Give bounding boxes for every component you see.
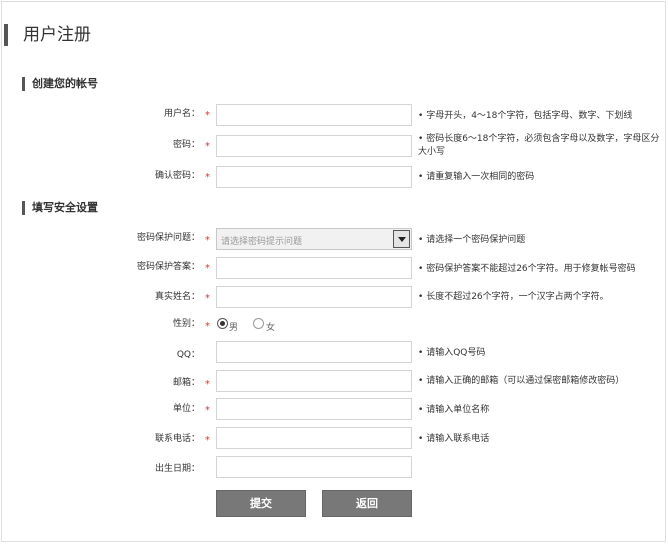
- username-label: 用户名：: [163, 109, 200, 119]
- page-title: 用户注册: [4, 24, 91, 46]
- email-input[interactable]: [216, 370, 412, 392]
- email-label: 邮箱：: [172, 378, 200, 388]
- email-hint: • 请输入正确的邮箱（可以通过保密邮箱修改密码）: [418, 376, 625, 386]
- qq-input[interactable]: [216, 341, 412, 363]
- gender-label-male: 男: [229, 323, 239, 333]
- username-input[interactable]: [216, 104, 412, 126]
- security-question-selected: 请选择密码提示问题: [221, 237, 303, 247]
- required-mark: *: [205, 172, 210, 183]
- confirm-password-label: 确认密码：: [154, 171, 200, 181]
- security-question-select[interactable]: 请选择密码提示问题: [216, 228, 412, 250]
- gender-radio-female[interactable]: [253, 318, 264, 329]
- confirm-password-hint: • 请重复输入一次相同的密码: [418, 172, 535, 182]
- required-mark: *: [205, 141, 210, 152]
- security-answer-hint: • 密码保护答案不能超过26个字符。用于修复帐号密码: [418, 264, 636, 274]
- real-name-hint: • 长度不超过26个字符，一个汉字占两个字符。: [418, 292, 609, 302]
- chevron-down-icon[interactable]: [393, 230, 410, 248]
- phone-input[interactable]: [216, 427, 412, 449]
- back-button[interactable]: 返回: [322, 490, 412, 517]
- required-mark: *: [205, 293, 210, 304]
- section-title-security: 填写安全设置: [22, 201, 98, 215]
- company-hint: • 请输入单位名称: [418, 405, 490, 415]
- gender-label-female: 女: [266, 323, 276, 333]
- company-label: 单位：: [172, 404, 200, 414]
- qq-hint: • 请输入QQ号码: [418, 348, 486, 358]
- required-mark: *: [205, 435, 210, 446]
- password-label: 密码：: [172, 140, 200, 150]
- gender-radio-male[interactable]: [217, 318, 228, 329]
- security-question-hint: • 请选择一个密码保护问题: [418, 235, 526, 245]
- birthday-label: 出生日期：: [154, 464, 200, 474]
- security-question-label: 密码保护问题：: [136, 233, 200, 243]
- required-mark: *: [205, 321, 210, 332]
- real-name-label: 真实姓名：: [154, 292, 200, 302]
- birthday-input[interactable]: [216, 456, 412, 478]
- qq-label: QQ：: [176, 350, 200, 360]
- username-hint: • 字母开头，4～18个字符，包括字母、数字、下划线: [418, 111, 633, 121]
- confirm-password-input[interactable]: [216, 166, 412, 188]
- password-hint: • 密码长度6～18个字符，必须包含字母以及数字，字母区分大小写: [418, 134, 660, 157]
- required-mark: *: [205, 263, 210, 274]
- password-input[interactable]: [216, 135, 412, 157]
- required-mark: *: [205, 379, 210, 390]
- company-input[interactable]: [216, 398, 412, 420]
- submit-button[interactable]: 提交: [216, 490, 306, 517]
- real-name-input[interactable]: [216, 286, 412, 308]
- required-mark: *: [205, 110, 210, 121]
- phone-hint: • 请输入联系电话: [418, 434, 490, 444]
- required-mark: *: [205, 235, 210, 246]
- phone-label: 联系电话：: [154, 434, 200, 444]
- security-answer-input[interactable]: [216, 257, 412, 279]
- required-mark: *: [205, 405, 210, 416]
- gender-label: 性别：: [172, 319, 200, 329]
- security-answer-label: 密码保护答案：: [136, 262, 200, 272]
- section-title-account: 创建您的帐号: [22, 77, 98, 91]
